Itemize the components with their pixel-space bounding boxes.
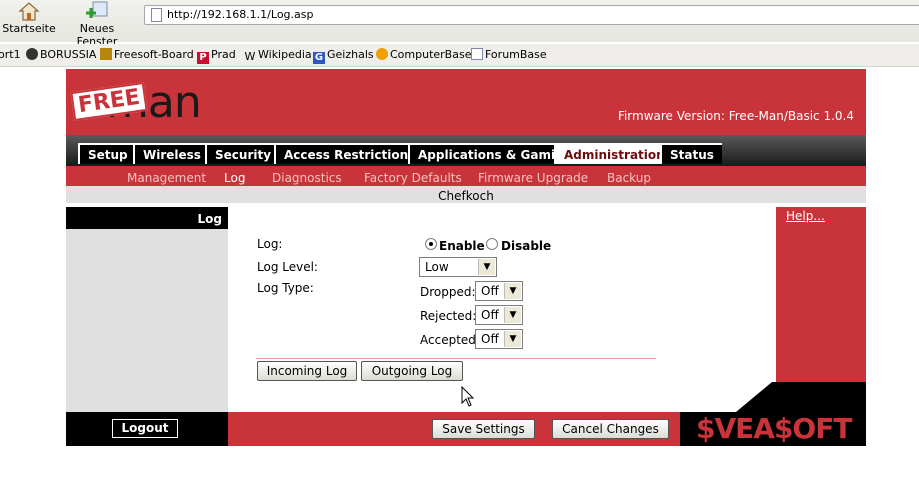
corner-decoration xyxy=(736,382,866,412)
save-settings-button[interactable]: Save Settings xyxy=(432,419,535,439)
chevron-down-icon: ▼ xyxy=(504,283,521,299)
bookmark-item[interactable]: G Geizhals xyxy=(313,48,374,64)
logout-button[interactable]: Logout xyxy=(112,419,178,438)
home-icon xyxy=(18,2,40,21)
new-window-icon xyxy=(86,1,108,18)
bookmark-item[interactable]: P Prad xyxy=(197,48,236,64)
rejected-value: Off xyxy=(481,308,499,322)
url-text: http://192.168.1.1/Log.asp xyxy=(167,8,314,21)
log-type-label: Log Type: xyxy=(257,281,314,295)
dropped-select[interactable]: Off ▼ xyxy=(475,281,523,301)
computerbase-icon xyxy=(376,48,388,60)
page-icon xyxy=(471,48,483,60)
subnav-firmware-upgrade[interactable]: Firmware Upgrade xyxy=(478,171,588,185)
bookmark-item[interactable]: W Wikipedia xyxy=(244,48,312,63)
subnav-factory-defaults[interactable]: Factory Defaults xyxy=(364,171,462,185)
home-label: Startseite xyxy=(2,22,56,35)
bookmarks-bar: ort1 BORUSSIA Freesoft-Board P Prad W Wiki… xyxy=(0,44,919,67)
subnav-management[interactable]: Management xyxy=(127,171,206,185)
cancel-changes-button[interactable]: Cancel Changes xyxy=(552,419,669,439)
divider xyxy=(256,358,656,359)
tab-access-restrictions[interactable]: Access Restrictions xyxy=(274,143,424,164)
subnav-diagnostics[interactable]: Diagnostics xyxy=(272,171,342,185)
bookmark-item[interactable]: ort1 xyxy=(0,48,21,61)
help-link[interactable]: Help... xyxy=(786,209,825,223)
firmware-version: Firmware Version: Free-Man/Basic 1.0.4 xyxy=(617,109,854,123)
mouse-cursor-icon xyxy=(461,386,475,407)
wikipedia-icon: W xyxy=(244,50,256,63)
tab-setup[interactable]: Setup xyxy=(78,143,136,164)
bookmark-item[interactable]: BORUSSIA xyxy=(26,48,96,61)
chevron-down-icon: ▼ xyxy=(504,307,521,323)
enable-label: Enable xyxy=(439,239,485,253)
accepted-select[interactable]: Off ▼ xyxy=(475,329,523,349)
accepted-label: Accepted: xyxy=(420,333,480,347)
chevron-down-icon: ▼ xyxy=(504,331,521,347)
address-bar[interactable]: http://192.168.1.1/Log.asp xyxy=(144,5,919,25)
dropped-label: Dropped: xyxy=(420,285,476,299)
browser-toolbar: Startseite Neues Fenster http://192.168.… xyxy=(0,0,919,48)
brand-logo: $VEA$OFT xyxy=(696,412,852,445)
geizhals-icon: G xyxy=(313,52,325,64)
log-level-value: Low xyxy=(425,260,449,274)
subnav-backup[interactable]: Backup xyxy=(607,171,651,185)
left-column: Log xyxy=(66,207,228,412)
tab-status[interactable]: Status xyxy=(660,143,722,164)
enable-radio[interactable] xyxy=(425,238,437,250)
new-window-button[interactable]: Neues Fenster xyxy=(62,0,132,48)
disable-label: Disable xyxy=(501,239,552,253)
tab-wireless[interactable]: Wireless xyxy=(133,143,209,164)
sub-navigation: Management Log Diagnostics Factory Defau… xyxy=(66,166,866,186)
outgoing-log-button[interactable]: Outgoing Log xyxy=(361,361,463,381)
chevron-down-icon: ▼ xyxy=(478,259,495,275)
borussia-icon xyxy=(26,48,38,60)
rejected-label: Rejected: xyxy=(420,309,477,323)
router-header: man FREE Firmware Version: Free-Man/Basi… xyxy=(66,69,866,135)
bookmark-item[interactable]: ComputerBase xyxy=(376,48,471,61)
profile-name: Chefkoch xyxy=(438,189,494,203)
incoming-log-button[interactable]: Incoming Log xyxy=(257,361,357,381)
subnav-log[interactable]: Log xyxy=(224,171,245,185)
section-title: Log xyxy=(66,207,228,229)
log-level-select[interactable]: Low ▼ xyxy=(419,257,497,277)
freesoft-icon xyxy=(100,48,112,60)
disable-radio[interactable] xyxy=(486,238,498,250)
dropped-value: Off xyxy=(481,284,499,298)
logo: man FREE xyxy=(68,75,238,131)
tab-security[interactable]: Security xyxy=(205,143,280,164)
page-icon xyxy=(151,8,162,22)
prad-icon: P xyxy=(197,52,209,64)
tab-administration[interactable]: Administration xyxy=(554,143,673,164)
rejected-select[interactable]: Off ▼ xyxy=(475,305,523,325)
bookmark-item[interactable]: ForumBase xyxy=(471,48,547,61)
bookmark-item[interactable]: Freesoft-Board xyxy=(100,48,194,61)
accepted-value: Off xyxy=(481,332,499,346)
log-label: Log: xyxy=(257,237,283,251)
home-button[interactable]: Startseite xyxy=(0,0,64,35)
log-level-label: Log Level: xyxy=(257,260,318,274)
main-tabs: Setup Wireless Security Access Restricti… xyxy=(66,135,866,166)
